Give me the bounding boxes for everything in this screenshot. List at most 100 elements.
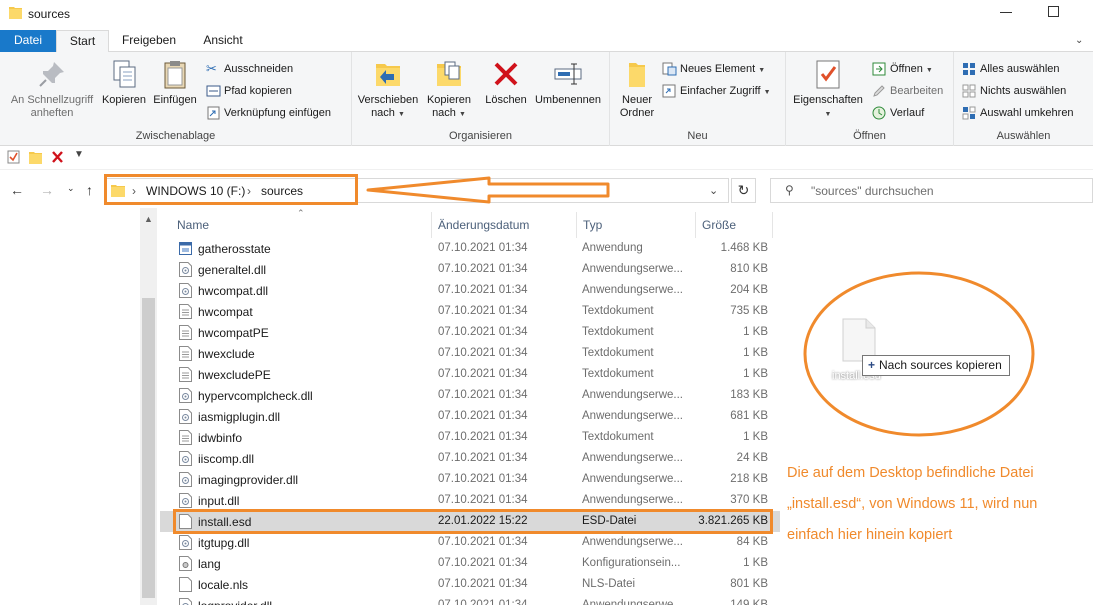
file-type: Anwendungserwe... xyxy=(582,473,684,485)
file-size: 810 KB xyxy=(730,263,768,275)
group-label-auswaehlen: Auswählen xyxy=(996,130,1051,142)
file-date: 07.10.2021 01:34 xyxy=(438,536,528,548)
chevron-down-icon[interactable]: ⌄ xyxy=(709,184,718,197)
file-row[interactable]: hwexclude 07.10.2021 01:34 Textdokument 1 K… xyxy=(160,343,780,364)
group-label-zwischenablage: Zwischenablage xyxy=(135,130,216,142)
customize-toolbar-icon[interactable]: ▼ xyxy=(74,149,84,160)
file-name: itgtupg.dll xyxy=(198,536,250,550)
file-row[interactable]: hwcompatPE 07.10.2021 01:34 Textdokument 1 … xyxy=(160,322,780,343)
file-type: Anwendungserwe... xyxy=(582,599,684,605)
file-name: logprovider.dll xyxy=(198,599,272,605)
search-input[interactable]: ⚲ "sources" durchsuchen xyxy=(770,178,1093,203)
address-highlight xyxy=(104,174,358,205)
chevron-down-icon[interactable]: ⌄ xyxy=(1075,35,1083,46)
file-name: hwexclude xyxy=(198,347,255,361)
file-row[interactable]: hwexcludePE 07.10.2021 01:34 Textdokument 1… xyxy=(160,364,780,385)
properties-icon xyxy=(816,60,840,89)
dll-icon xyxy=(179,472,192,487)
file-row[interactable]: iiscomp.dll 07.10.2021 01:34 Anwendungserw… xyxy=(160,448,780,469)
history-button[interactable]: Verlauf xyxy=(872,104,924,124)
file-row[interactable]: gatherosstate 07.10.2021 01:34 Anwendung 1.… xyxy=(160,238,780,259)
history-icon xyxy=(872,106,886,120)
file-row[interactable]: generaltel.dll 07.10.2021 01:34 Anwendungs… xyxy=(160,259,780,280)
file-size: 84 KB xyxy=(736,536,768,548)
scroll-up-icon[interactable]: ▲ xyxy=(144,214,153,224)
recent-locations-icon[interactable]: ⌄ xyxy=(67,183,75,194)
file-icon xyxy=(179,577,192,592)
select-none-icon xyxy=(962,84,976,98)
file-type: Konfigurationsein... xyxy=(582,557,681,569)
navigation-scrollbar[interactable]: ▲ xyxy=(140,208,157,605)
tab-freigeben[interactable]: Freigeben xyxy=(113,30,185,52)
file-date: 07.10.2021 01:34 xyxy=(438,473,528,485)
scrollbar-thumb[interactable] xyxy=(142,298,155,598)
up-arrow-icon[interactable]: ↑ xyxy=(86,182,93,198)
tab-ansicht[interactable]: Ansicht xyxy=(192,30,254,52)
file-row[interactable]: iasmigplugin.dll 07.10.2021 01:34 Anwendun… xyxy=(160,406,780,427)
file-name: iiscomp.dll xyxy=(198,452,255,466)
caret-icon: ▼ xyxy=(397,111,405,118)
path-icon xyxy=(206,85,221,97)
minimize-button[interactable] xyxy=(1000,12,1012,13)
refresh-button[interactable]: ↻ xyxy=(731,178,756,203)
file-row[interactable]: locale.nls 07.10.2021 01:34 NLS-Datei 801 K… xyxy=(160,574,780,595)
file-name: generaltel.dll xyxy=(198,263,267,277)
scissors-icon: ✂ xyxy=(206,61,217,77)
file-row[interactable]: hwcompat.dll 07.10.2021 01:34 Anwendungser… xyxy=(160,280,780,301)
file-row[interactable]: hwcompat 07.10.2021 01:34 Textdokument 735 … xyxy=(160,301,780,322)
properties-icon[interactable] xyxy=(7,150,20,164)
copy-to-button[interactable]: Kopieren nach ▼ xyxy=(422,58,476,121)
file-name: iasmigplugin.dll xyxy=(198,410,281,424)
file-row[interactable]: itgtupg.dll 07.10.2021 01:34 Anwendungserw… xyxy=(160,532,780,553)
select-none-button[interactable]: Nichts auswählen xyxy=(962,82,1066,102)
file-row[interactable]: hypervcomplcheck.dll 07.10.2021 01:34 Anwe… xyxy=(160,385,780,406)
maximize-button[interactable] xyxy=(1048,6,1059,17)
group-oeffnen: Eigenschaften ▼ Öffnen ▼ Bearbeiten Verla… xyxy=(786,52,954,146)
file-row[interactable]: lang 07.10.2021 01:34 Konfigurationsein...… xyxy=(160,553,780,574)
refresh-icon: ↻ xyxy=(737,182,750,198)
file-type: Textdokument xyxy=(582,347,654,359)
new-folder-button[interactable]: Neuer Ordner xyxy=(614,58,660,120)
file-row[interactable]: input.dll 07.10.2021 01:34 Anwendungserwe.… xyxy=(160,490,780,511)
new-folder-icon[interactable] xyxy=(29,150,42,164)
file-size: 1 KB xyxy=(743,326,768,338)
open-button[interactable]: Öffnen ▼ xyxy=(872,60,933,80)
open-icon xyxy=(872,62,886,76)
paste-shortcut-button[interactable]: Verknüpfung einfügen xyxy=(206,104,331,124)
pin-quick-access-button[interactable]: An Schnellzugriff anheften xyxy=(6,58,98,120)
file-row[interactable]: logprovider.dll 07.10.2021 01:34 Anwendung… xyxy=(160,595,780,605)
properties-button[interactable]: Eigenschaften ▼ xyxy=(790,58,866,121)
copy-button[interactable]: Kopieren xyxy=(100,58,148,107)
edit-button[interactable]: Bearbeiten xyxy=(872,82,943,102)
delete-button[interactable]: Löschen xyxy=(482,58,530,107)
paste-button[interactable]: Einfügen xyxy=(150,58,200,107)
column-size[interactable]: Größe xyxy=(702,218,736,232)
move-to-button[interactable]: Verschieben nach ▼ xyxy=(356,58,420,121)
cut-button[interactable]: ✂ Ausschneiden xyxy=(206,60,293,80)
back-arrow-icon[interactable]: ← xyxy=(10,182,24,198)
column-type[interactable]: Typ xyxy=(583,218,602,232)
file-row[interactable]: imagingprovider.dll 07.10.2021 01:34 Anwen… xyxy=(160,469,780,490)
file-row[interactable]: idwbinfo 07.10.2021 01:34 Textdokument 1 KB xyxy=(160,427,780,448)
column-date[interactable]: Änderungsdatum xyxy=(438,218,529,232)
text-icon xyxy=(179,367,192,382)
rename-button[interactable]: Umbenennen xyxy=(530,58,606,107)
file-date: 07.10.2021 01:34 xyxy=(438,284,528,296)
dll-icon xyxy=(179,598,192,605)
search-icon: ⚲ xyxy=(785,183,794,197)
file-size: 1 KB xyxy=(743,368,768,380)
column-name[interactable]: Name xyxy=(177,218,209,232)
invert-selection-button[interactable]: Auswahl umkehren xyxy=(962,104,1074,124)
forward-arrow-icon[interactable]: → xyxy=(40,182,54,198)
select-all-button[interactable]: Alles auswählen xyxy=(962,60,1060,80)
tab-datei[interactable]: Datei xyxy=(0,30,56,52)
tab-start[interactable]: Start xyxy=(56,30,109,53)
copy-folder-icon xyxy=(437,61,461,86)
delete-icon[interactable] xyxy=(51,150,64,164)
easy-access-button[interactable]: Einfacher Zugriff ▼ xyxy=(662,82,771,102)
file-size: 149 KB xyxy=(730,599,768,605)
new-item-button[interactable]: Neues Element ▼ xyxy=(662,60,765,80)
file-date: 07.10.2021 01:34 xyxy=(438,494,528,506)
copy-path-button[interactable]: Pfad kopieren xyxy=(206,82,292,102)
file-name: input.dll xyxy=(198,494,240,508)
